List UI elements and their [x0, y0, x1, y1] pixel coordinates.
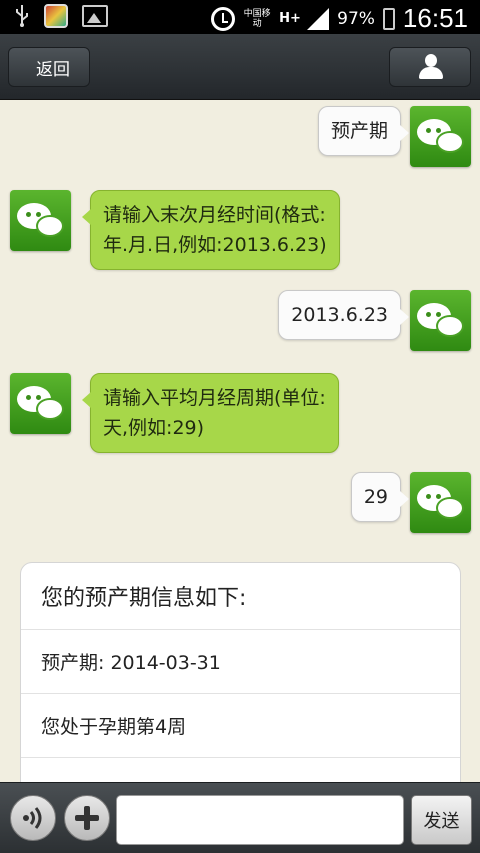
back-button-label: 返回 — [36, 59, 70, 80]
picture-icon — [82, 5, 108, 27]
message-bubble-sent[interactable]: 29 — [350, 472, 410, 522]
clock: 16:51 — [402, 3, 468, 33]
message-text: 预产期 — [330, 120, 388, 142]
plus-icon — [75, 806, 99, 830]
back-button[interactable]: 返回 — [8, 47, 90, 87]
message-text: 29 — [363, 486, 388, 508]
message-bubble-received[interactable]: 请输入末次月经时间(格式: 年.月.日,例如:2013.6.23) — [82, 190, 340, 270]
bot-avatar[interactable] — [410, 472, 471, 533]
bot-avatar[interactable] — [410, 290, 471, 351]
voice-button[interactable] — [10, 795, 56, 841]
message-bubble-sent[interactable]: 预产期 — [317, 106, 410, 156]
card-title: 您的预产期信息如下: — [21, 563, 460, 630]
message-input[interactable] — [116, 795, 404, 845]
carrier-label: 中国移动 — [243, 8, 271, 29]
usb-icon — [16, 5, 28, 27]
message-line: 请输入末次月经时间(格式: — [103, 204, 326, 226]
title-bar: 返回 — [0, 34, 480, 100]
voice-icon — [23, 807, 42, 829]
message-line: 年.月.日,例如:2013.6.23) — [103, 234, 327, 256]
input-bar: 发送 — [0, 782, 480, 853]
send-button-label: 发送 — [423, 811, 460, 832]
bot-avatar[interactable] — [10, 190, 71, 251]
message-text: 2013.6.23 — [291, 304, 388, 326]
status-bar: 中国移动 H+ 97% 16:51 — [0, 0, 480, 34]
add-attachment-button[interactable] — [64, 795, 110, 841]
profile-button[interactable] — [389, 47, 471, 87]
send-button[interactable]: 发送 — [411, 795, 472, 845]
message-line: 请输入平均月经周期(单位: — [103, 387, 326, 409]
bot-avatar[interactable] — [410, 106, 471, 167]
battery-icon — [382, 7, 395, 30]
battery-percent: 97% — [337, 8, 375, 29]
app-notification-icon — [44, 4, 68, 28]
bot-avatar[interactable] — [10, 373, 71, 434]
signal-icon — [307, 7, 330, 30]
alarm-icon — [211, 6, 236, 31]
message-bubble-sent[interactable]: 2013.6.23 — [278, 290, 409, 340]
card-row-due-date[interactable]: 预产期: 2014-03-31 — [21, 630, 460, 694]
person-icon — [419, 54, 443, 80]
message-bubble-received[interactable]: 请输入平均月经周期(单位: 天,例如:29) — [82, 373, 339, 453]
card-row-week[interactable]: 您处于孕期第4周 — [21, 694, 460, 758]
network-type: H+ — [279, 11, 301, 26]
pregnancy-info-card[interactable]: 您的预产期信息如下: 预产期: 2014-03-31 您处于孕期第4周 — [20, 562, 461, 802]
message-line: 天,例如:29) — [103, 417, 205, 439]
